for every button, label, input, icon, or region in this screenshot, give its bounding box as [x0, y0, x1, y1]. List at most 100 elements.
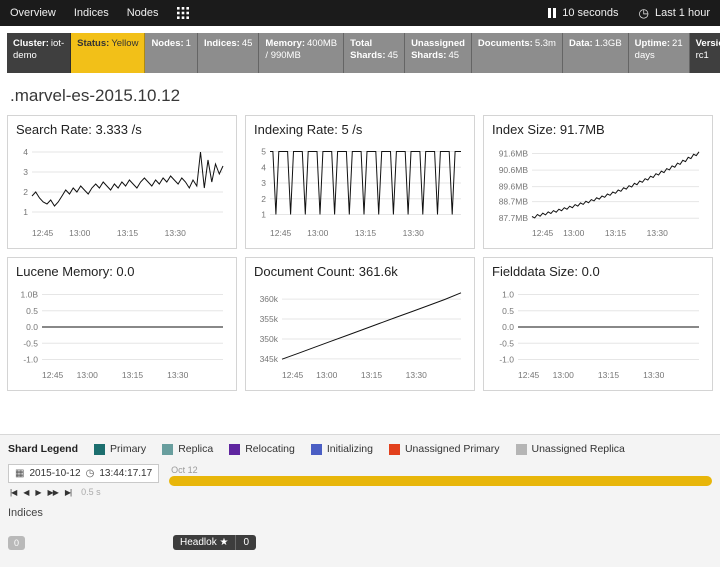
svg-text:-1.0: -1.0 [23, 355, 38, 365]
timeline-range-bar[interactable] [169, 476, 712, 486]
svg-text:-0.5: -0.5 [23, 338, 38, 348]
clock-icon: ◷ [638, 7, 648, 19]
legend-label: Unassigned Replica [532, 443, 625, 455]
node-name-label: Headlok ★ [173, 535, 235, 550]
svg-text:13:30: 13:30 [165, 228, 187, 238]
svg-text:13:15: 13:15 [355, 228, 377, 238]
pause-icon [548, 8, 556, 18]
indices-section-title: Indices [8, 507, 712, 519]
legend-label: Replica [178, 443, 213, 455]
legend-swatch-icon [516, 444, 527, 455]
svg-text:13:30: 13:30 [406, 370, 428, 380]
legend-label: Unassigned Primary [405, 443, 500, 455]
svg-text:12:45: 12:45 [282, 370, 304, 380]
legend-item: Unassigned Primary [389, 443, 500, 455]
play-button[interactable]: ▶ [35, 488, 40, 497]
legend-swatch-icon [162, 444, 173, 455]
nav-nodes[interactable]: Nodes [127, 7, 159, 19]
chart-panel: Search Rate: 3.333 /s123412:4513:0013:15… [7, 115, 237, 249]
svg-text:345k: 345k [260, 354, 279, 364]
svg-text:13:30: 13:30 [167, 370, 189, 380]
svg-text:13:00: 13:00 [563, 228, 585, 238]
svg-text:13:30: 13:30 [647, 228, 669, 238]
legend-swatch-icon [229, 444, 240, 455]
time-range-button[interactable]: ◷ Last 1 hour [638, 7, 710, 19]
go-last-button[interactable]: ▶| [65, 488, 71, 497]
svg-text:0.0: 0.0 [502, 322, 514, 332]
step-back-button[interactable]: ◀ [23, 488, 28, 497]
chart-panel: Indexing Rate: 5 /s1234512:4513:0013:151… [245, 115, 475, 249]
svg-text:0.5: 0.5 [26, 306, 38, 316]
cluster-cell-uptime: Uptime:21 days [629, 33, 690, 73]
chart-canvas[interactable]: 345k350k355k360k12:4513:0013:1513:30 [254, 282, 466, 382]
playback-speed-label: 0.5 s [81, 487, 101, 497]
node-badge[interactable]: Headlok ★ 0 [173, 535, 256, 550]
svg-text:355k: 355k [260, 314, 279, 324]
svg-text:2: 2 [261, 194, 266, 204]
svg-text:91.6MB: 91.6MB [499, 148, 529, 158]
svg-text:360k: 360k [260, 294, 279, 304]
svg-text:1: 1 [261, 210, 266, 220]
shard-count-chip: 0 [8, 536, 25, 550]
svg-text:13:15: 13:15 [605, 228, 627, 238]
svg-text:1: 1 [23, 207, 28, 217]
apps-grid-icon[interactable] [177, 7, 189, 19]
playback-controls: |◀◀▶▶▶▶| [10, 488, 71, 497]
svg-text:13:00: 13:00 [316, 370, 338, 380]
svg-text:13:30: 13:30 [643, 370, 665, 380]
shard-allocation-section: Shard Legend PrimaryReplicaRelocatingIni… [0, 434, 720, 567]
chart-canvas[interactable]: 87.7MB88.7MB89.6MB90.6MB91.6MB12:4513:00… [492, 140, 704, 240]
master-star-icon: ★ [220, 537, 229, 548]
chart-canvas[interactable]: 1234512:4513:0013:1513:30 [254, 140, 466, 240]
timeline-axis-label: Oct 12 [171, 465, 712, 475]
charts-grid: Search Rate: 3.333 /s 1 2 3 4 12:45 13:00 13:15… [0, 115, 720, 391]
svg-text:1.0: 1.0 [502, 290, 514, 300]
chart-canvas[interactable]: 1.0B0.50.0-0.5-1.012:4513:0013:1513:30 [16, 282, 228, 382]
fast-forward-button[interactable]: ▶▶ [48, 488, 58, 497]
svg-text:12:45: 12:45 [32, 228, 54, 238]
svg-text:12:45: 12:45 [270, 228, 292, 238]
cluster-cell-total-shards: Total Shards:45 [344, 33, 405, 73]
svg-text:87.7MB: 87.7MB [499, 213, 529, 223]
chart-panel: Lucene Memory: 0.01.0B0.50.0-0.5-1.012:4… [7, 257, 237, 391]
node-shard-count: 0 [235, 535, 256, 550]
nav-overview[interactable]: Overview [10, 7, 56, 19]
svg-text:0.5: 0.5 [502, 306, 514, 316]
cluster-cell-documents: Documents:5.3m [472, 33, 563, 73]
legend-item: Unassigned Replica [516, 443, 625, 455]
chart-title: Lucene Memory: 0.0 [16, 264, 228, 279]
svg-text:3: 3 [23, 167, 28, 177]
datetime-picker[interactable]: ▦ 2015-10-12 ◷ 13:44:17.17 [8, 464, 159, 483]
chart-title: Fielddata Size: 0.0 [492, 264, 704, 279]
legend-label: Initializing [327, 443, 373, 455]
chart-canvas[interactable]: 123412:4513:0013:1513:30 [16, 140, 228, 240]
svg-text:13:00: 13:00 [77, 370, 99, 380]
refresh-interval-button[interactable]: 10 seconds [548, 7, 618, 19]
timeline-row: ▦ 2015-10-12 ◷ 13:44:17.17 |◀◀▶▶▶▶| 0.5 … [8, 464, 712, 497]
nav-indices[interactable]: Indices [74, 7, 109, 19]
svg-text:350k: 350k [260, 334, 279, 344]
chart-panel: Index Size: 91.7MB87.7MB88.7MB89.6MB90.6… [483, 115, 713, 249]
svg-text:13:00: 13:00 [69, 228, 91, 238]
svg-text:89.6MB: 89.6MB [499, 182, 529, 192]
chart-title: Indexing Rate: 5 /s [254, 122, 466, 137]
legend-item: Initializing [311, 443, 373, 455]
cluster-cell-unassigned-shards: Unassigned Shards:45 [405, 33, 472, 73]
svg-text:13:00: 13:00 [307, 228, 329, 238]
svg-text:12:45: 12:45 [532, 228, 554, 238]
svg-text:5: 5 [261, 147, 266, 157]
chart-canvas[interactable]: 1.00.50.0-0.5-1.012:4513:0013:1513:30 [492, 282, 704, 382]
svg-text:2: 2 [23, 187, 28, 197]
legend-label: Primary [110, 443, 146, 455]
top-navbar: Overview Indices Nodes 10 seconds ◷ Last… [0, 0, 720, 26]
go-first-button[interactable]: |◀ [10, 488, 16, 497]
svg-text:4: 4 [261, 162, 266, 172]
chart-title: Document Count: 361.6k [254, 264, 466, 279]
legend-swatch-icon [389, 444, 400, 455]
shard-legend: Shard Legend PrimaryReplicaRelocatingIni… [8, 443, 712, 455]
chart-title: Search Rate: 3.333 /s [16, 122, 228, 137]
cluster-cell-indices: Indices:45 [198, 33, 259, 73]
svg-text:12:45: 12:45 [42, 370, 64, 380]
svg-text:3: 3 [261, 178, 266, 188]
cluster-cell-name: Cluster:iot-demo [7, 33, 71, 73]
